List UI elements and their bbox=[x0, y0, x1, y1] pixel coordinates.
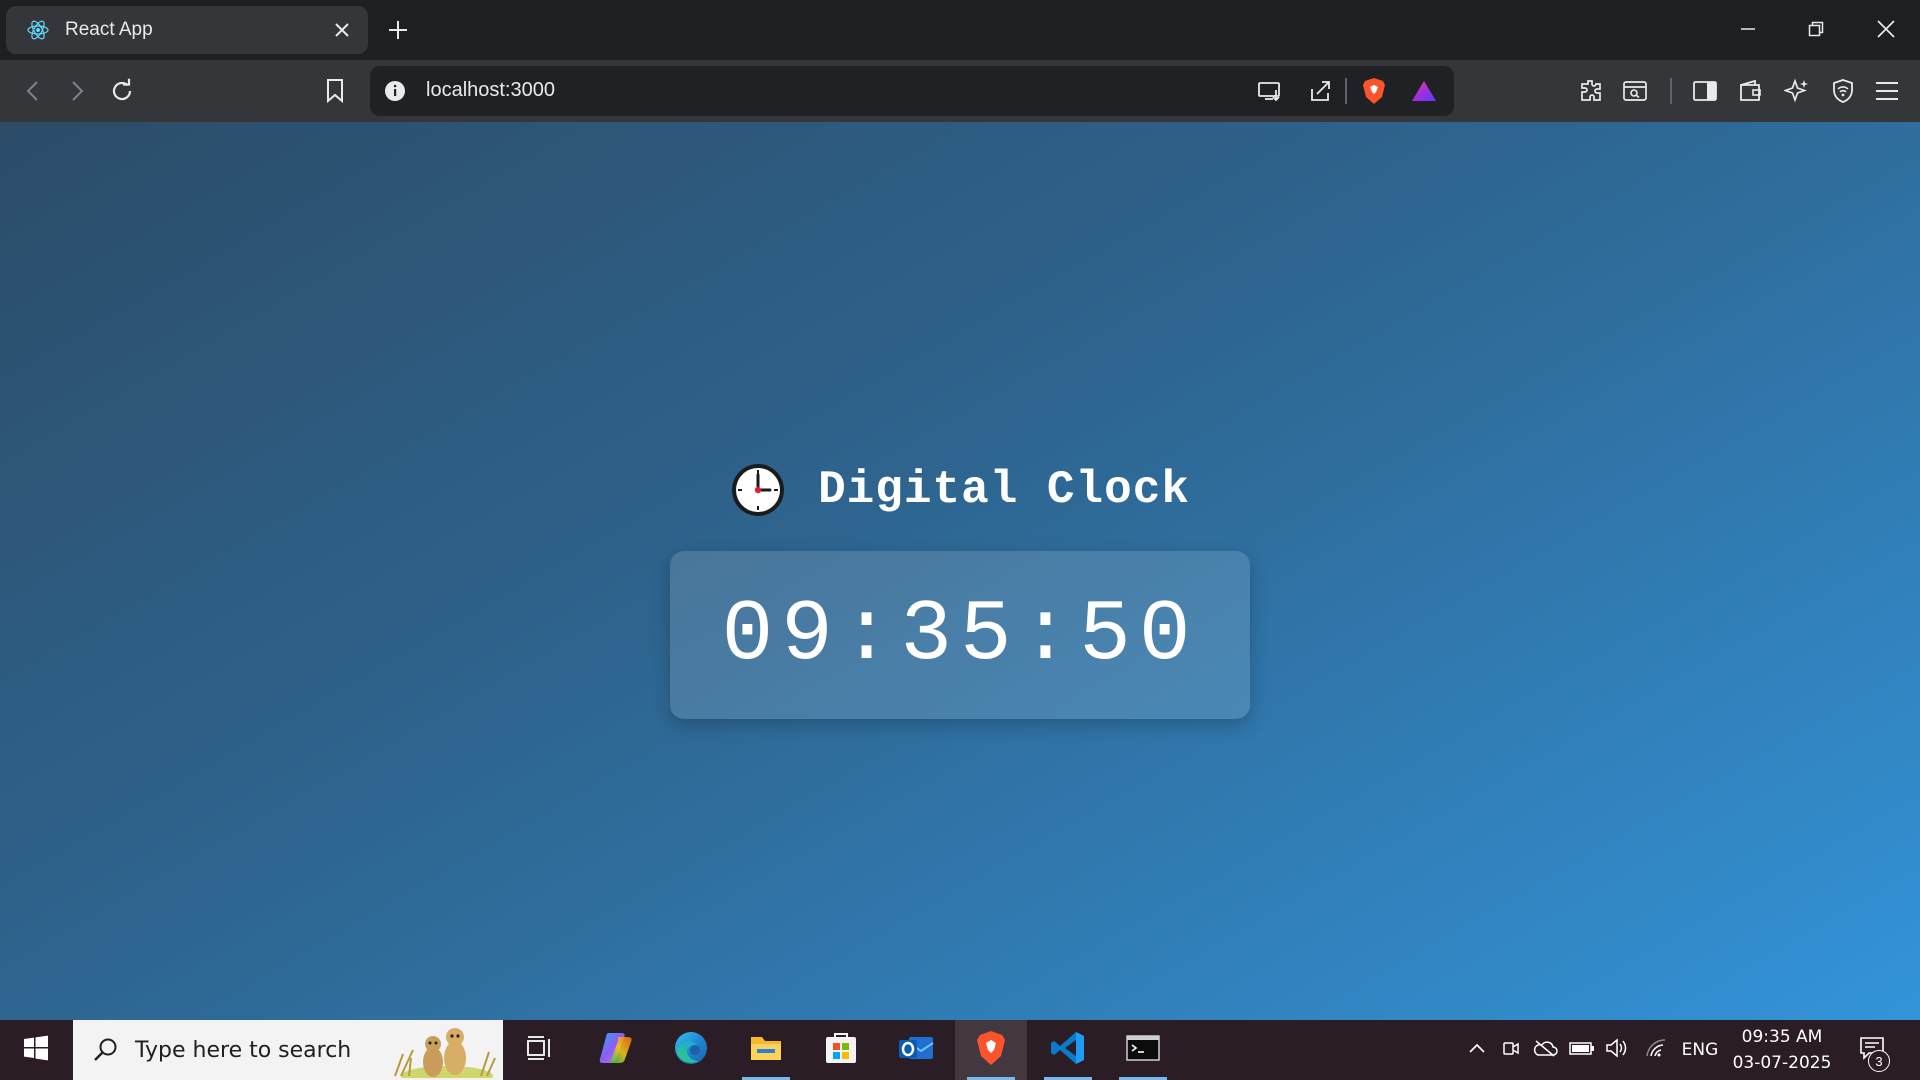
clock-display-card: 09:35:50 bbox=[670, 551, 1250, 719]
brave-shields-icon[interactable] bbox=[1356, 74, 1392, 108]
edge-button[interactable] bbox=[655, 1020, 727, 1080]
extensions-icon[interactable] bbox=[1572, 72, 1610, 110]
edge-icon bbox=[673, 1030, 709, 1071]
battery-icon bbox=[1569, 1040, 1595, 1061]
outlook-icon bbox=[897, 1031, 935, 1070]
task-view-icon bbox=[526, 1035, 554, 1066]
clock-emoji-icon bbox=[730, 462, 786, 518]
windows-logo-icon bbox=[23, 1035, 49, 1066]
chevron-up-icon bbox=[1468, 1041, 1486, 1059]
terminal-icon bbox=[1125, 1034, 1161, 1067]
task-view-button[interactable] bbox=[504, 1020, 576, 1080]
leo-ai-icon[interactable] bbox=[1778, 72, 1816, 110]
reload-button[interactable] bbox=[103, 72, 141, 110]
battery-button[interactable] bbox=[1566, 1020, 1598, 1080]
clock-heading: Digital Clock bbox=[0, 462, 1920, 518]
speaker-icon bbox=[1605, 1037, 1631, 1064]
search-highlight-meerkat-icon bbox=[389, 1024, 499, 1080]
notification-count-badge: 3 bbox=[1868, 1050, 1890, 1072]
wallet-icon[interactable] bbox=[1732, 72, 1770, 110]
tab-react-app[interactable]: React App bbox=[6, 6, 368, 54]
new-tab-button[interactable] bbox=[378, 12, 418, 48]
browser-toolbar: localhost:3000 bbox=[0, 60, 1920, 122]
wifi-icon bbox=[1644, 1038, 1668, 1063]
input-language-button[interactable]: ENG bbox=[1676, 1020, 1724, 1080]
file-explorer-icon bbox=[749, 1033, 783, 1068]
volume-button[interactable] bbox=[1602, 1020, 1634, 1080]
menu-hamburger-icon[interactable] bbox=[1868, 72, 1906, 110]
outlook-button[interactable] bbox=[880, 1020, 952, 1080]
copilot-icon bbox=[598, 1031, 634, 1070]
notification-center-button[interactable] bbox=[1852, 1020, 1892, 1080]
windows-taskbar: Type here to search ENG 09:35 AM 03-07-2… bbox=[0, 1020, 1920, 1080]
minimize-button[interactable] bbox=[1714, 0, 1782, 58]
meet-now-button[interactable] bbox=[1496, 1020, 1526, 1080]
brave-rewards-icon[interactable] bbox=[1406, 74, 1442, 108]
vpn-shield-icon[interactable] bbox=[1824, 72, 1862, 110]
search-icon bbox=[89, 1033, 123, 1067]
taskbar-search-box[interactable]: Type here to search bbox=[73, 1020, 503, 1080]
bookmark-button[interactable] bbox=[316, 72, 354, 110]
page-viewport: Digital Clock 09:35:50 bbox=[0, 122, 1920, 1020]
start-button[interactable] bbox=[0, 1020, 72, 1080]
browser-tabstrip: React App bbox=[0, 0, 1920, 60]
brave-icon bbox=[975, 1030, 1007, 1071]
brave-taskbar-button[interactable] bbox=[955, 1020, 1027, 1080]
terminal-button[interactable] bbox=[1107, 1020, 1179, 1080]
vscode-button[interactable] bbox=[1032, 1020, 1104, 1080]
microsoft-store-button[interactable] bbox=[805, 1020, 877, 1080]
react-logo-icon bbox=[25, 17, 51, 43]
camera-icon bbox=[1501, 1038, 1521, 1063]
copilot-button[interactable] bbox=[580, 1020, 652, 1080]
onedrive-button[interactable] bbox=[1528, 1020, 1562, 1080]
share-icon[interactable] bbox=[1302, 74, 1338, 108]
restore-button[interactable] bbox=[1782, 0, 1850, 58]
omnibox-divider bbox=[1345, 78, 1347, 104]
close-window-button[interactable] bbox=[1852, 0, 1920, 58]
onedrive-cloud-icon bbox=[1532, 1039, 1558, 1062]
clock-time: 09:35:50 bbox=[721, 586, 1199, 684]
page-title: Digital Clock bbox=[818, 464, 1190, 516]
network-button[interactable] bbox=[1640, 1020, 1672, 1080]
cast-install-icon[interactable] bbox=[1252, 74, 1288, 108]
site-info-icon[interactable] bbox=[382, 78, 408, 104]
back-button[interactable] bbox=[14, 72, 52, 110]
forward-button[interactable] bbox=[58, 72, 96, 110]
address-bar[interactable]: localhost:3000 bbox=[370, 66, 1454, 116]
url-text[interactable]: localhost:3000 bbox=[426, 79, 555, 102]
leo-sidebar-search-icon[interactable] bbox=[1616, 72, 1654, 110]
taskbar-time: 09:35 AM bbox=[1741, 1027, 1823, 1047]
vscode-icon bbox=[1050, 1030, 1086, 1071]
tab-close-icon[interactable] bbox=[326, 14, 358, 46]
sidebar-toggle-icon[interactable] bbox=[1686, 72, 1724, 110]
file-explorer-button[interactable] bbox=[730, 1020, 802, 1080]
microsoft-store-icon bbox=[824, 1031, 858, 1070]
show-hidden-icons-button[interactable] bbox=[1460, 1020, 1494, 1080]
taskbar-clock[interactable]: 09:35 AM 03-07-2025 bbox=[1728, 1024, 1836, 1076]
language-indicator: ENG bbox=[1681, 1040, 1719, 1060]
taskbar-date: 03-07-2025 bbox=[1732, 1053, 1832, 1073]
toolbar-divider bbox=[1670, 78, 1672, 104]
tab-title: React App bbox=[65, 19, 153, 40]
search-placeholder: Type here to search bbox=[135, 1037, 352, 1063]
